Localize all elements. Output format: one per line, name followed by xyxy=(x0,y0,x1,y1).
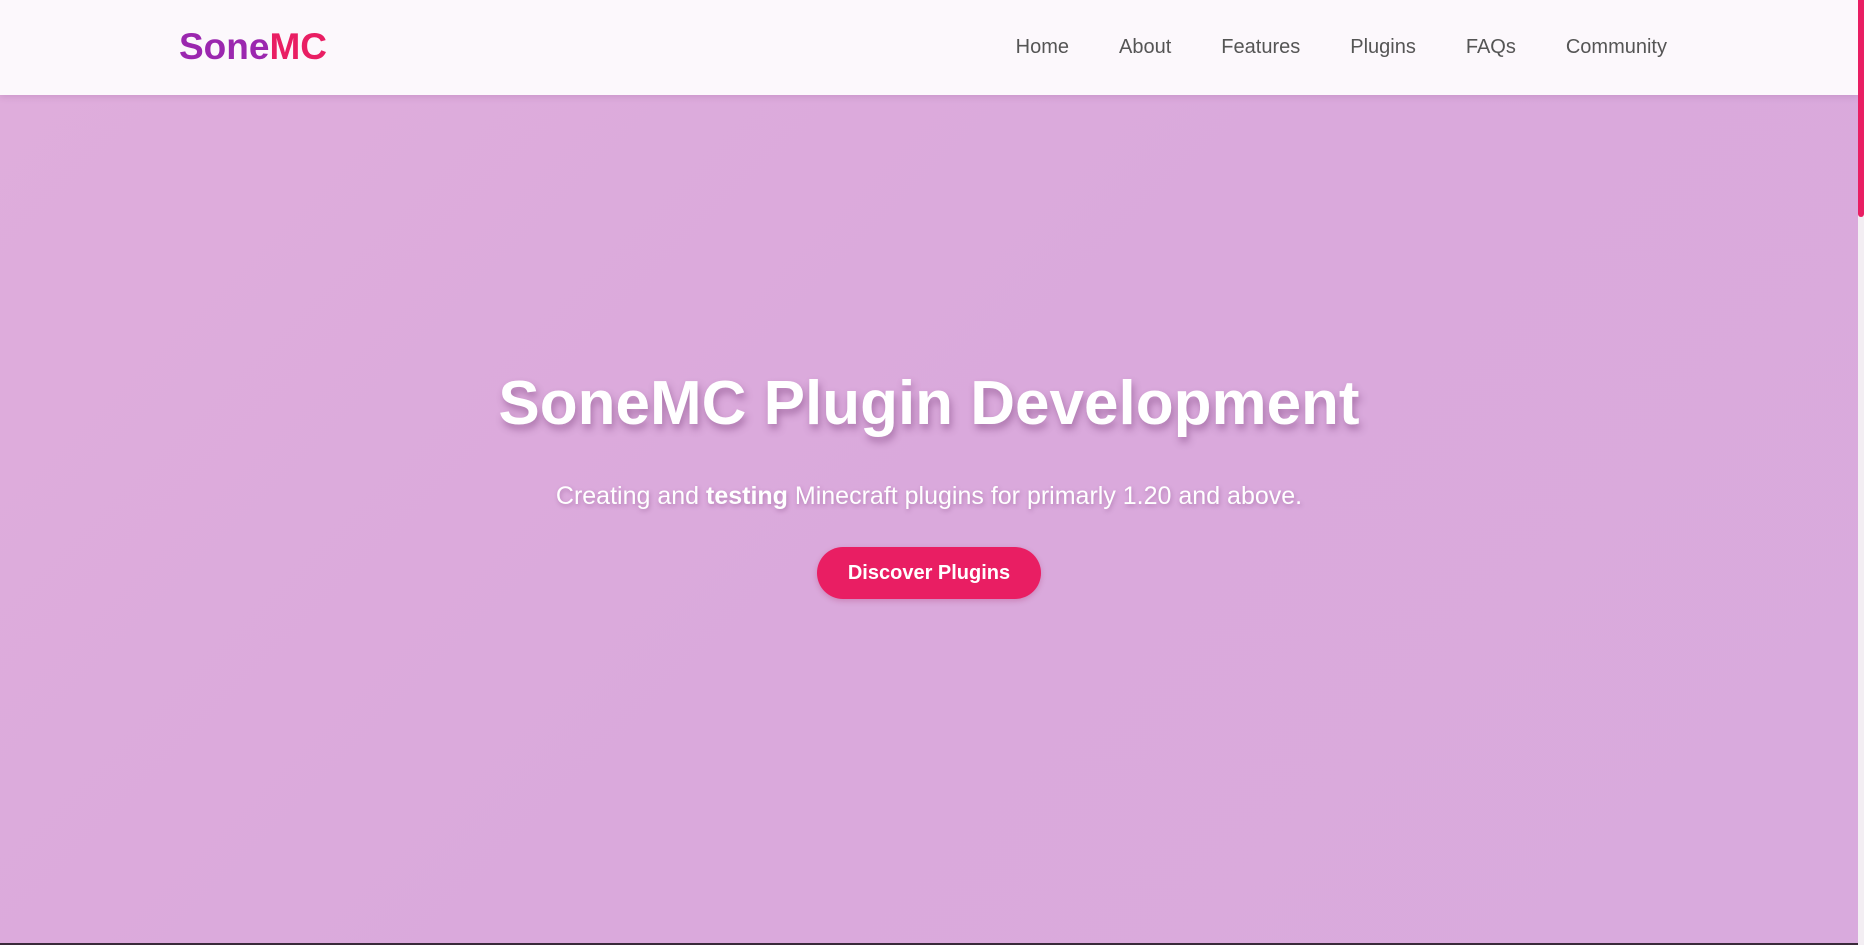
hero-section: SoneMC Plugin Development Creating and t… xyxy=(0,95,1858,943)
nav-link-about[interactable]: About xyxy=(1119,35,1171,59)
discover-plugins-button[interactable]: Discover Plugins xyxy=(817,547,1041,599)
hero-subtitle: Creating and testing Minecraft plugins f… xyxy=(0,481,1858,511)
nav-menu: Home About Features Plugins FAQs Communi… xyxy=(1016,35,1667,59)
hero-subtitle-end: Minecraft plugins for primarly 1.20 and … xyxy=(787,482,1303,510)
nav-link-faqs[interactable]: FAQs xyxy=(1466,35,1516,59)
page-scrollbar[interactable] xyxy=(1858,0,1864,945)
top-navbar: SoneMC Home About Features Plugins FAQs … xyxy=(0,0,1858,95)
site-logo[interactable]: SoneMC xyxy=(179,25,327,69)
nav-link-home[interactable]: Home xyxy=(1016,35,1069,59)
page: SoneMC Home About Features Plugins FAQs … xyxy=(0,0,1864,945)
logo-part-sone: Sone xyxy=(179,26,270,67)
logo-part-mc: MC xyxy=(269,26,328,67)
scrollbar-thumb[interactable] xyxy=(1858,0,1864,217)
hero-subtitle-start: Creating and xyxy=(555,482,706,510)
hero-subtitle-emphasis: testing xyxy=(706,482,788,510)
nav-link-features[interactable]: Features xyxy=(1221,35,1300,59)
hero-title: SoneMC Plugin Development xyxy=(498,369,1360,438)
nav-link-community[interactable]: Community xyxy=(1566,35,1667,59)
nav-link-plugins[interactable]: Plugins xyxy=(1350,35,1416,59)
